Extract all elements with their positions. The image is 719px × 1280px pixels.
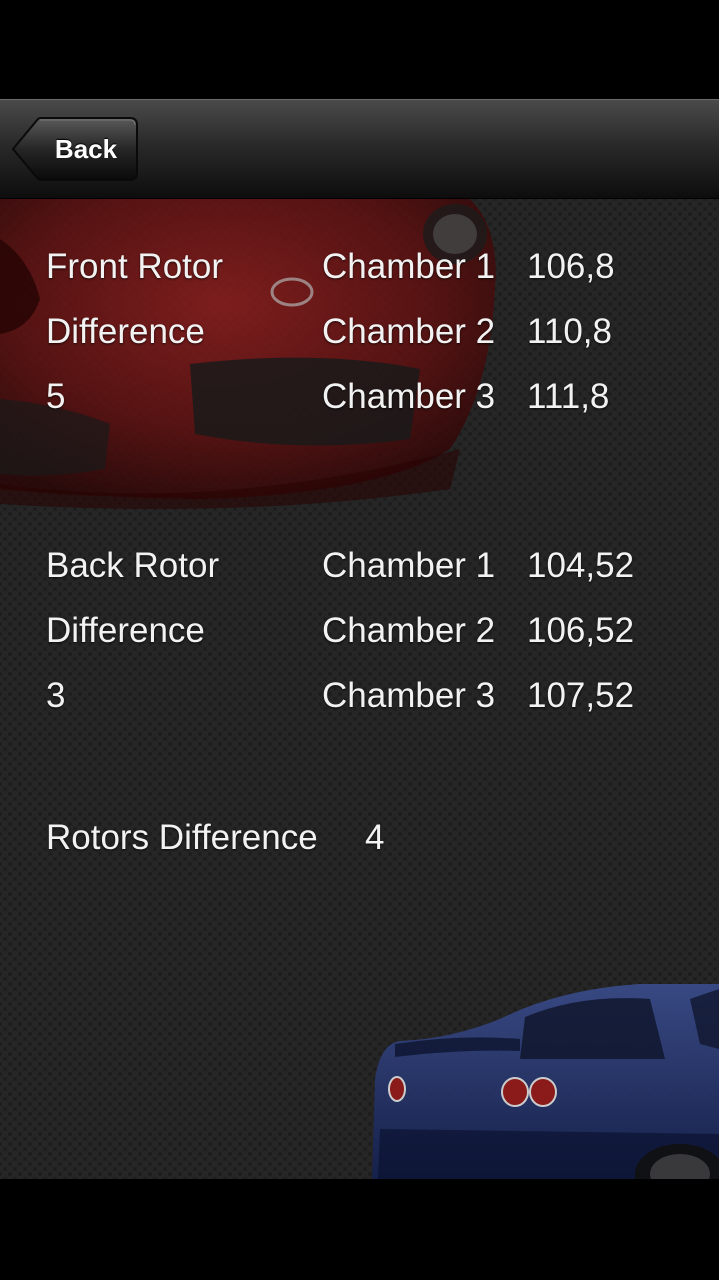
front-rotor-difference-label: Difference	[46, 312, 205, 351]
front-chamber-2-value: 110,8	[527, 312, 612, 351]
back-button-label: Back	[54, 134, 118, 164]
back-rotor-difference-value: 3	[46, 676, 66, 715]
back-chamber-1-label: Chamber 1	[322, 546, 496, 585]
rotors-difference-label: Rotors Difference	[46, 818, 318, 857]
front-chamber-1-label: Chamber 1	[322, 247, 496, 286]
screen: Back Front Rotor Difference 5 Chamber 1 …	[0, 0, 719, 1280]
front-chamber-2-label: Chamber 2	[322, 312, 496, 351]
front-chamber-3-label: Chamber 3	[322, 377, 496, 416]
back-chamber-3-label: Chamber 3	[322, 676, 496, 715]
back-chamber-2-label: Chamber 2	[322, 611, 496, 650]
navigation-bar: Back	[0, 99, 719, 199]
back-button[interactable]: Back	[12, 117, 138, 181]
back-rotor-difference-label: Difference	[46, 611, 205, 650]
content-area: Front Rotor Difference 5 Chamber 1 106,8…	[0, 199, 719, 1179]
back-chamber-2-value: 106,52	[527, 611, 635, 650]
bottom-black-bar	[0, 1179, 719, 1280]
back-chamber-3-value: 107,52	[527, 676, 635, 715]
back-rotor-title: Back Rotor	[46, 546, 220, 585]
front-chamber-3-value: 111,8	[527, 377, 610, 416]
rotors-difference-value: 4	[365, 818, 385, 857]
front-rotor-difference-value: 5	[46, 377, 66, 416]
front-chamber-1-value: 106,8	[527, 247, 615, 286]
front-rotor-title: Front Rotor	[46, 247, 223, 286]
back-chamber-1-value: 104,52	[527, 546, 635, 585]
